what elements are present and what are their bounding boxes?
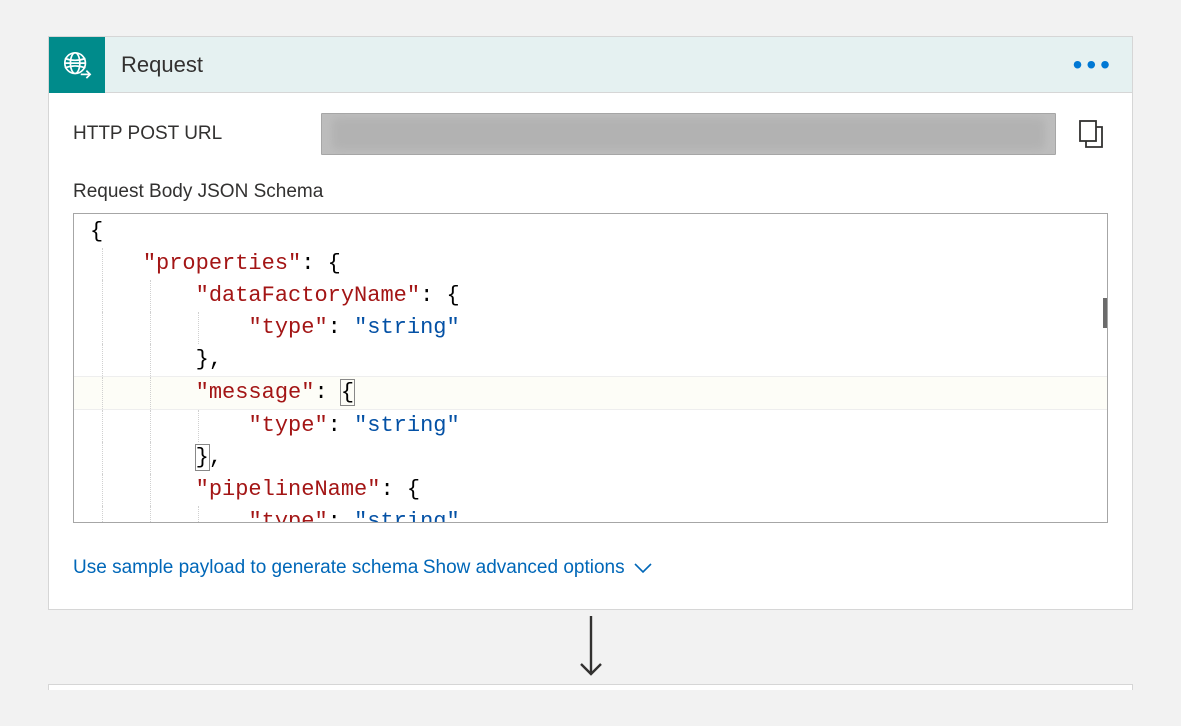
code-line: "properties": { [74, 248, 1107, 280]
card-header[interactable]: Request ••• [49, 37, 1132, 93]
flow-connector-arrow [48, 614, 1133, 684]
json-schema-editor[interactable]: { "properties": { "dataFactoryName": { "… [73, 213, 1108, 523]
card-body: HTTP POST URL Request Body JSON Schema {… [49, 93, 1132, 609]
use-sample-payload-link[interactable]: Use sample payload to generate schema [73, 557, 418, 579]
http-post-url-label: HTTP POST URL [73, 123, 303, 145]
code-line: }, [74, 344, 1107, 376]
http-post-url-field[interactable] [321, 113, 1056, 155]
request-body-schema-label: Request Body JSON Schema [73, 181, 1108, 203]
copy-url-button[interactable] [1074, 117, 1108, 151]
code-line: }, [74, 442, 1107, 474]
chevron-down-icon [633, 561, 653, 575]
card-title[interactable]: Request [105, 52, 1055, 78]
code-line: "type": "string" [74, 506, 1107, 523]
next-card-peek [48, 684, 1133, 690]
redacted-url-content [332, 118, 1045, 150]
card-more-menu[interactable]: ••• [1055, 49, 1132, 81]
show-advanced-options-toggle[interactable]: Show advanced options [423, 557, 653, 579]
http-post-url-row: HTTP POST URL [73, 113, 1108, 155]
code-line: "message": { [74, 376, 1107, 410]
code-line: { [74, 216, 1107, 248]
code-line: "type": "string" [74, 410, 1107, 442]
request-card: Request ••• HTTP POST URL Request Body J… [48, 36, 1133, 610]
code-line: "type": "string" [74, 312, 1107, 344]
code-line: "pipelineName": { [74, 474, 1107, 506]
show-advanced-options-label: Show advanced options [423, 557, 625, 579]
globe-arrow-icon [49, 37, 105, 93]
code-line: "dataFactoryName": { [74, 280, 1107, 312]
